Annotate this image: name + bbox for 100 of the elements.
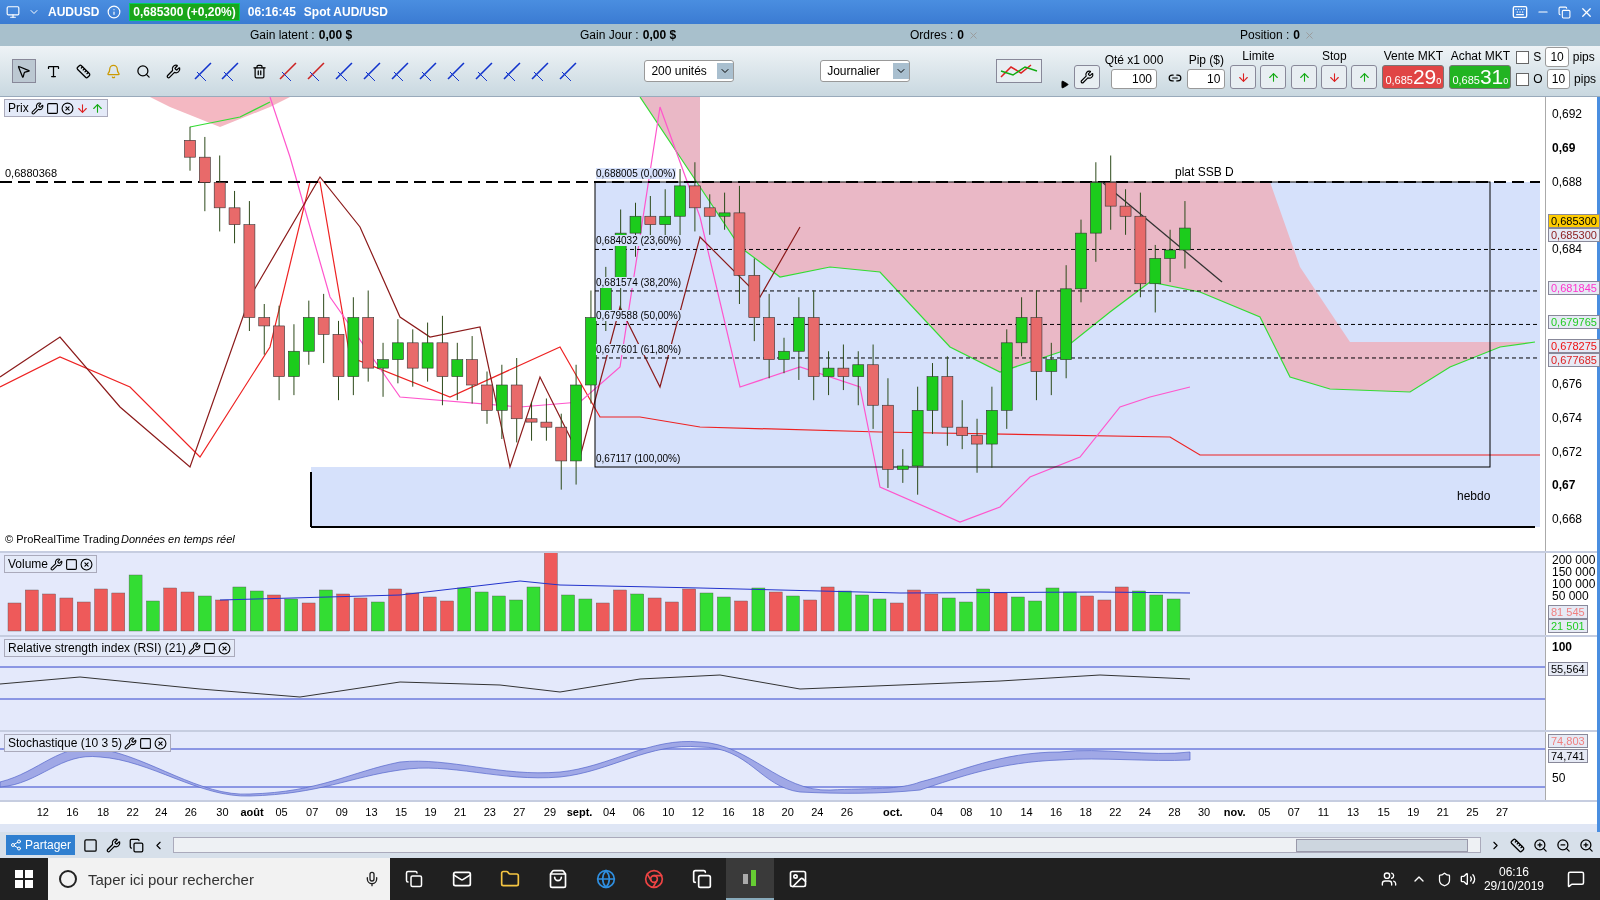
date-label: 25 bbox=[1466, 806, 1479, 818]
date-label: 06 bbox=[632, 806, 645, 818]
chart-note: plat SSB D bbox=[1175, 165, 1234, 179]
value-tag: 21 501 bbox=[1548, 619, 1588, 633]
date-label: 20 bbox=[781, 806, 794, 818]
date-label: 11 bbox=[1317, 806, 1330, 818]
fibonacci-label: 0,684032 (23,60%) bbox=[596, 235, 682, 247]
period-select[interactable]: Journalier bbox=[820, 60, 910, 82]
clock[interactable]: 06:16 29/10/2019 bbox=[1475, 865, 1552, 893]
unit-label: pips bbox=[1574, 72, 1597, 86]
date-label: 14 bbox=[1020, 806, 1033, 818]
price-tag: 0,679765 bbox=[1548, 315, 1600, 329]
date-label: 05 bbox=[1258, 806, 1271, 818]
date-label: 16 bbox=[722, 806, 735, 818]
date-label: 22 bbox=[1109, 806, 1122, 818]
units-select[interactable]: 200 unités bbox=[644, 60, 735, 82]
date-label: 04 bbox=[603, 806, 616, 818]
pips-field[interactable]: 10 bbox=[1546, 69, 1571, 89]
pane-title: Volume bbox=[8, 557, 49, 571]
limit-label: Limite bbox=[1242, 49, 1275, 63]
date-label: 18 bbox=[96, 806, 110, 818]
axis-label: 0,688 bbox=[1552, 175, 1583, 189]
realtime-text: Données en temps réel bbox=[121, 533, 235, 545]
axis-label: 0,672 bbox=[1552, 445, 1583, 459]
price-tag: 0,677685 bbox=[1548, 353, 1600, 367]
fibonacci-label: 0,681574 (38,20%) bbox=[596, 276, 682, 288]
buy-label: Achat MKT bbox=[1450, 49, 1511, 63]
date-label: 21 bbox=[454, 806, 467, 818]
date-label: 12 bbox=[691, 806, 705, 818]
qty-field[interactable]: 100 bbox=[1111, 69, 1157, 89]
date-label: 19 bbox=[1407, 806, 1420, 818]
axis-label: 50 bbox=[1552, 772, 1566, 785]
date-label: 24 bbox=[1138, 806, 1151, 818]
stop-label: Stop bbox=[1322, 49, 1347, 63]
qty-label: Qté x1 000 bbox=[1104, 53, 1164, 67]
account-value: 0 bbox=[957, 28, 965, 42]
date-label: 28 bbox=[1168, 806, 1181, 818]
date-label: nov. bbox=[1223, 806, 1246, 818]
price-tag: 0,685300 bbox=[1548, 214, 1600, 228]
axis-label: 0,692 bbox=[1552, 108, 1583, 121]
search-field[interactable]: Taper ici pour rechercher bbox=[48, 858, 390, 900]
date-label: 09 bbox=[335, 806, 348, 818]
date-label: août bbox=[240, 806, 264, 818]
pane-title: Relative strength index (RSI) (21) bbox=[8, 641, 187, 655]
date-label: 15 bbox=[1377, 806, 1390, 818]
date-label: 27 bbox=[513, 806, 526, 818]
pane-title: Stochastique (10 3 5) bbox=[8, 736, 123, 750]
axis-label: 100 000 bbox=[1552, 578, 1596, 591]
date-label: sept. bbox=[566, 806, 593, 818]
pips-field[interactable]: 10 bbox=[1545, 47, 1569, 67]
share-button[interactable]: Partager bbox=[6, 835, 76, 855]
date-label: 29 bbox=[543, 806, 557, 818]
date-label: 13 bbox=[365, 806, 378, 818]
date-label: 10 bbox=[989, 806, 1003, 818]
date-label: 16 bbox=[66, 806, 79, 818]
axis-label: 0,684 bbox=[1552, 243, 1583, 256]
date-label: 18 bbox=[752, 806, 765, 818]
unit-label: pips bbox=[1572, 50, 1595, 64]
value-tag: 74,741 bbox=[1548, 749, 1588, 763]
date-label: 12 bbox=[36, 806, 49, 818]
level-label: 0,6880368 bbox=[5, 167, 57, 179]
axis-label: 0,69 bbox=[1552, 141, 1576, 155]
date-label: 23 bbox=[483, 806, 496, 818]
time-label: 06:16:45 bbox=[247, 5, 296, 19]
date-label: 30 bbox=[1197, 806, 1211, 818]
date-label: 24 bbox=[155, 806, 168, 818]
account-value: 0 bbox=[1293, 28, 1301, 42]
date-label: 30 bbox=[216, 806, 229, 818]
date-label: 27 bbox=[1495, 806, 1509, 818]
value-tag: 55,564 bbox=[1548, 662, 1588, 676]
symbol-name: AUDUSD bbox=[48, 5, 100, 19]
pip-label: Pip ($) bbox=[1188, 53, 1225, 67]
price-tag: 0,678275 bbox=[1548, 339, 1600, 353]
date-label: 08 bbox=[960, 806, 973, 818]
price-badge: 0,685300 (+0,20%) bbox=[129, 3, 240, 21]
date-label: 22 bbox=[126, 806, 139, 818]
value-tag: 74,803 bbox=[1548, 734, 1588, 748]
axis-label: 200 000 bbox=[1552, 554, 1596, 567]
axis-label: 150 000 bbox=[1552, 566, 1596, 579]
date-label: 07 bbox=[1287, 806, 1300, 818]
date-label: 13 bbox=[1346, 806, 1360, 818]
option-label: S bbox=[1533, 50, 1542, 64]
date-label: 15 bbox=[394, 806, 408, 818]
sell-label: Vente MKT bbox=[1383, 49, 1444, 63]
date-label: 26 bbox=[184, 806, 197, 818]
fibonacci-label: 0,677601 (61,80%) bbox=[596, 343, 682, 355]
axis-label: 0,668 bbox=[1552, 513, 1583, 526]
date-label: 21 bbox=[1436, 806, 1449, 818]
axis-label: 0,676 bbox=[1552, 378, 1583, 391]
date-label: 04 bbox=[930, 806, 943, 818]
value-tag: 81 545 bbox=[1548, 605, 1588, 619]
date-label: 07 bbox=[306, 806, 319, 818]
axis-label: 100 bbox=[1552, 641, 1573, 654]
date-label: 10 bbox=[662, 806, 675, 818]
account-label: Ordres : bbox=[910, 28, 954, 42]
pip-field[interactable]: 10 bbox=[1187, 69, 1226, 89]
chart-note: hebdo bbox=[1457, 489, 1491, 503]
option-label: O bbox=[1533, 72, 1543, 86]
date-label: 16 bbox=[1050, 806, 1063, 818]
price-tag: 0,685300 bbox=[1548, 228, 1600, 242]
